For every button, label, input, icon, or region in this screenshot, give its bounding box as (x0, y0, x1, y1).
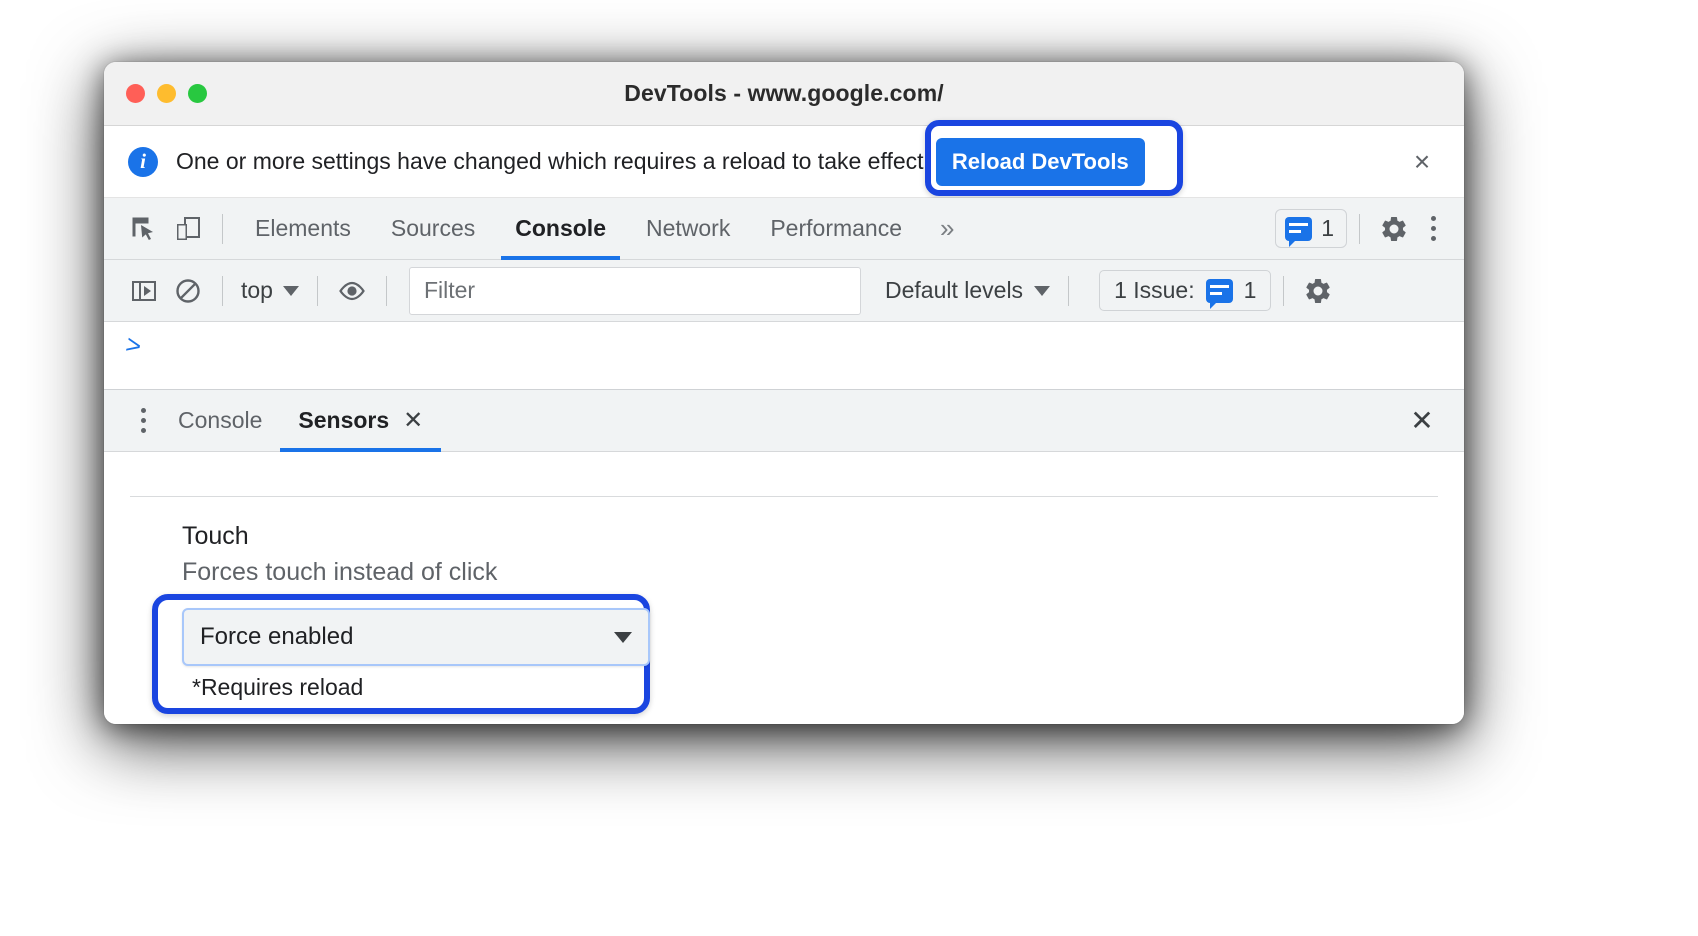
settings-changed-infobar: i One or more settings have changed whic… (104, 119, 1464, 198)
drawer-tab-sensors[interactable]: Sensors ✕ (280, 390, 442, 452)
touch-section-subtitle: Forces touch instead of click (182, 558, 498, 587)
drawer-tab-console[interactable]: Console (160, 390, 280, 452)
filter-input[interactable] (408, 266, 861, 315)
live-expression-icon[interactable] (330, 269, 374, 313)
touch-select-value: Force enabled (200, 623, 354, 650)
tab-console[interactable]: Console (495, 198, 626, 260)
close-window-button[interactable] (126, 84, 145, 103)
inspect-element-icon[interactable] (122, 207, 166, 251)
touch-section: Touch Forces touch instead of click Forc… (104, 497, 1464, 714)
log-levels-selector[interactable]: Default levels (879, 277, 1056, 304)
drawer-tab-console-label: Console (178, 407, 263, 433)
issues-badge-count: 1 (1321, 215, 1334, 241)
console-settings-gear-icon[interactable] (1296, 269, 1340, 313)
tab-sources[interactable]: Sources (371, 198, 495, 260)
console-toolbar: top Default levels 1 Issue: 1 (104, 260, 1464, 322)
console-sidebar-icon[interactable] (122, 269, 166, 313)
tab-elements[interactable]: Elements (235, 198, 371, 260)
chevron-down-icon (1034, 285, 1051, 296)
issue-bubble-icon (1285, 216, 1313, 247)
close-drawer-button[interactable]: ✕ (1402, 401, 1442, 441)
zoom-window-button[interactable] (188, 84, 207, 103)
log-levels-label: Default levels (884, 277, 1024, 303)
console-toolbar-divider-3 (385, 275, 387, 306)
drawer-more-tabs-icon[interactable] (126, 399, 160, 443)
issue-bubble-icon (1205, 278, 1233, 309)
drawer-tabbar: Console Sensors ✕ ✕ (104, 390, 1464, 452)
clear-console-icon[interactable] (166, 269, 210, 313)
minimize-window-button[interactable] (157, 84, 176, 103)
console-toolbar-divider-2 (316, 275, 318, 306)
touch-select-wrapper: Force enabled *Requires reload (152, 594, 654, 714)
console-message-area[interactable]: > (104, 322, 1464, 390)
requires-reload-note: *Requires reload (192, 674, 364, 700)
chevron-down-icon (614, 631, 632, 643)
touch-select[interactable]: Force enabled (182, 608, 650, 666)
info-icon: i (128, 146, 158, 177)
execution-context-selector[interactable]: top (235, 277, 305, 304)
touch-section-title: Touch (182, 522, 249, 550)
reload-devtools-wrapper: Reload DevTools (924, 119, 1183, 196)
toolbar-divider (222, 213, 223, 244)
window-controls (126, 84, 207, 103)
reload-devtools-button[interactable]: Reload DevTools (935, 137, 1145, 186)
device-toolbar-icon[interactable] (166, 207, 210, 251)
issue-counter-label: 1 Issue: (1114, 277, 1195, 303)
more-tabs-icon[interactable]: » (922, 213, 970, 244)
tabbar-right-group: 1 (1271, 207, 1464, 251)
devtools-main-tabbar: Elements Sources Console Network Perform… (104, 198, 1464, 260)
console-toolbar-divider-1 (222, 275, 223, 306)
kebab-menu-icon[interactable] (1416, 207, 1450, 251)
gear-icon[interactable] (1372, 207, 1416, 251)
console-prompt-caret: > (123, 328, 145, 362)
console-toolbar-divider-4 (1068, 275, 1070, 306)
tab-network[interactable]: Network (626, 198, 750, 260)
close-sensors-tab-icon[interactable]: ✕ (403, 408, 423, 433)
tabbar-divider-right (1359, 213, 1360, 244)
screenshot-root: DevTools - www.google.com/ i One or more… (0, 0, 1698, 936)
close-infobar-button[interactable]: × (1402, 142, 1442, 182)
sensors-panel: Touch Forces touch instead of click Forc… (104, 496, 1464, 724)
issues-badge-button[interactable]: 1 (1275, 209, 1347, 248)
drawer-tab-sensors-label: Sensors (298, 407, 390, 433)
issue-counter-count: 1 (1243, 277, 1257, 303)
issue-counter-button[interactable]: 1 Issue: 1 (1099, 270, 1272, 311)
devtools-window: DevTools - www.google.com/ i One or more… (104, 62, 1464, 724)
execution-context-label: top (241, 277, 273, 303)
window-title: DevTools - www.google.com/ (624, 80, 944, 106)
chevron-down-icon (282, 285, 299, 296)
console-toolbar-divider-5 (1283, 275, 1285, 306)
infobar-message: One or more settings have changed which … (176, 148, 930, 174)
window-titlebar: DevTools - www.google.com/ (104, 62, 1464, 126)
tab-performance[interactable]: Performance (750, 198, 922, 260)
